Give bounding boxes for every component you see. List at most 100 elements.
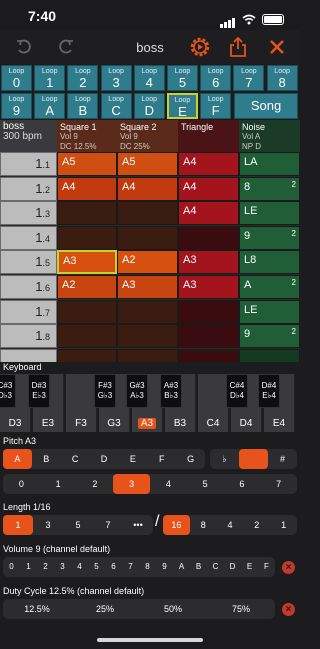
pattern-cell[interactable]: 92 [239, 225, 300, 250]
pattern-cell[interactable]: LA [239, 152, 300, 176]
piano-key-black-0[interactable]: C#3 D♭3 [0, 374, 16, 408]
pattern-cell[interactable]: A4 [117, 176, 178, 201]
volume-option-13[interactable]: D [224, 557, 241, 577]
note-option-5[interactable]: F [147, 449, 176, 469]
length-denominator-option-0[interactable]: 16 [163, 515, 190, 535]
pattern-cell[interactable] [178, 324, 239, 349]
pattern-cell[interactable]: 92 [239, 324, 300, 349]
loop-button-2[interactable]: Loop 2 [67, 65, 99, 91]
channel-header-1[interactable]: Square 2 Vol 9 DC 25% [117, 120, 178, 152]
note-option-1[interactable]: B [32, 449, 61, 469]
octave-option-6[interactable]: 6 [224, 474, 261, 494]
duty-option-0[interactable]: 12.5% [3, 599, 71, 619]
pattern-cell[interactable] [117, 201, 178, 226]
pattern-cell[interactable]: LE [239, 299, 300, 324]
octave-option-7[interactable]: 7 [260, 474, 297, 494]
pattern-cell[interactable]: A2 [239, 275, 300, 299]
duty-option-1[interactable]: 25% [71, 599, 139, 619]
octave-option-3[interactable]: 3 [113, 474, 150, 494]
song-name[interactable]: boss [110, 40, 190, 55]
pattern-cell[interactable]: A3 [57, 250, 117, 275]
note-option-6[interactable]: G [176, 449, 205, 469]
pattern-cell[interactable] [117, 299, 178, 324]
octave-option-0[interactable]: 0 [3, 474, 40, 494]
pattern-cell[interactable]: A2 [117, 250, 178, 275]
length-numerator-option-2[interactable]: 5 [63, 515, 93, 535]
row-number[interactable]: 1.6 [0, 275, 57, 299]
pattern-cell[interactable] [239, 348, 300, 362]
pattern-cell[interactable]: A5 [57, 152, 117, 176]
octave-option-2[interactable]: 2 [77, 474, 114, 494]
octave-option-1[interactable]: 1 [40, 474, 77, 494]
piano-key-black-1[interactable]: D#3 E♭3 [28, 374, 50, 408]
pattern-cell[interactable] [178, 225, 239, 250]
length-denominator-option-4[interactable]: 1 [270, 515, 297, 535]
redo-button[interactable] [54, 35, 78, 59]
pattern-cell[interactable]: L8 [239, 250, 300, 275]
octave-option-4[interactable]: 4 [150, 474, 187, 494]
volume-option-8[interactable]: 8 [139, 557, 156, 577]
undo-button[interactable] [12, 35, 36, 59]
volume-option-4[interactable]: 4 [71, 557, 88, 577]
loop-button-4[interactable]: Loop 4 [133, 65, 165, 91]
accidental-option-2[interactable]: # [268, 449, 297, 469]
piano-key-black-2[interactable]: F#3 G♭3 [94, 374, 116, 408]
pattern-cell[interactable] [57, 201, 117, 226]
pattern-cell[interactable]: LE [239, 201, 300, 226]
piano-key-c4[interactable]: C4 [198, 374, 229, 432]
pattern-cell[interactable] [57, 299, 117, 324]
pattern-cell[interactable] [57, 348, 117, 362]
loop-button-5[interactable]: Loop 5 [167, 65, 198, 91]
volume-option-0[interactable]: 0 [3, 557, 20, 577]
share-button[interactable] [226, 35, 250, 59]
pattern-cell[interactable]: A2 [57, 275, 117, 299]
volume-option-9[interactable]: 9 [156, 557, 173, 577]
loop-button-f[interactable]: Loop F [200, 93, 232, 119]
volume-option-5[interactable]: 5 [88, 557, 105, 577]
loop-button-9[interactable]: Loop 9 [1, 93, 32, 119]
note-option-2[interactable]: C [61, 449, 90, 469]
pattern-cell[interactable]: A4 [57, 176, 117, 201]
volume-option-3[interactable]: 3 [54, 557, 71, 577]
length-numerator-option-4[interactable]: ••• [123, 515, 153, 535]
pattern-cell[interactable] [57, 324, 117, 349]
channel-header-0[interactable]: Square 1 Vol 9 DC 12.5% [57, 120, 117, 152]
channel-header-2[interactable]: Triangle [178, 120, 239, 152]
loop-button-d[interactable]: Loop D [133, 93, 165, 119]
piano-key-black-6[interactable]: D#4 E♭4 [258, 374, 280, 408]
loop-button-6[interactable]: Loop 6 [200, 65, 232, 91]
volume-option-11[interactable]: B [190, 557, 207, 577]
pattern-cell[interactable]: A4 [178, 152, 239, 176]
clear-volume-button[interactable]: × [282, 561, 295, 574]
loop-button-1[interactable]: Loop 1 [34, 65, 66, 91]
loop-button-e[interactable]: Loop E [167, 93, 198, 119]
length-numerator-option-0[interactable]: 1 [3, 515, 33, 535]
volume-option-2[interactable]: 2 [37, 557, 54, 577]
pattern-cell[interactable] [117, 225, 178, 250]
volume-option-14[interactable]: E [241, 557, 258, 577]
row-number[interactable]: 1.5 [0, 250, 57, 275]
row-number[interactable]: 1.2 [0, 176, 57, 201]
row-number[interactable]: 1.1 [0, 152, 57, 176]
piano-key-black-5[interactable]: C#4 D♭4 [226, 374, 248, 408]
pattern-cell[interactable] [117, 348, 178, 362]
row-number[interactable]: 1.4 [0, 225, 57, 250]
pattern-cell[interactable]: A4 [178, 201, 239, 226]
clear-duty-button[interactable]: × [282, 603, 295, 616]
piano-key-f3[interactable]: F3 [66, 374, 97, 432]
loop-button-7[interactable]: Loop 7 [233, 65, 265, 91]
loop-button-a[interactable]: Loop A [34, 93, 66, 119]
duty-option-3[interactable]: 75% [207, 599, 275, 619]
length-denominator-option-3[interactable]: 2 [243, 515, 270, 535]
loop-button-8[interactable]: Loop 8 [266, 65, 298, 91]
close-button[interactable] [265, 35, 289, 59]
song-button[interactable]: Song [234, 93, 298, 119]
accidental-option-1[interactable] [239, 449, 268, 469]
row-number[interactable]: 1.7 [0, 299, 57, 324]
note-option-3[interactable]: D [90, 449, 119, 469]
octave-option-5[interactable]: 5 [187, 474, 224, 494]
volume-option-15[interactable]: F [258, 557, 275, 577]
length-numerator-option-1[interactable]: 3 [33, 515, 63, 535]
volume-option-12[interactable]: C [207, 557, 224, 577]
length-denominator-option-2[interactable]: 4 [217, 515, 244, 535]
